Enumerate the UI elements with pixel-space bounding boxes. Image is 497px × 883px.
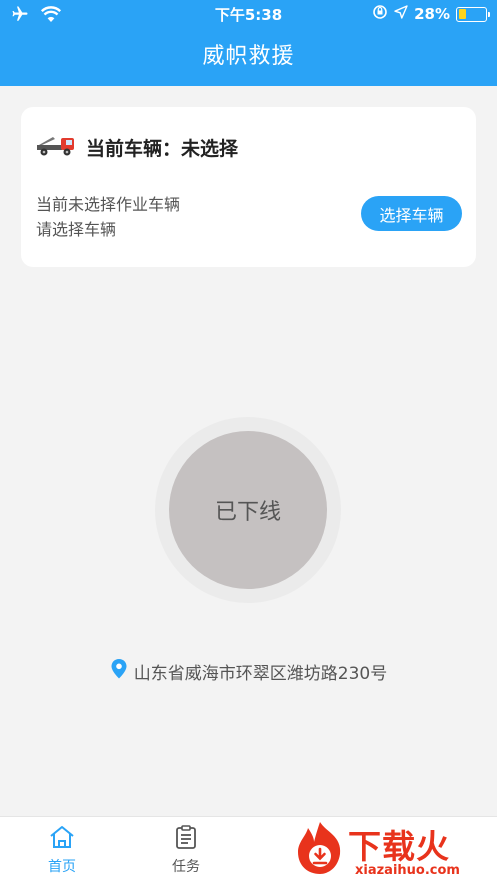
tab-task-label: 任务	[172, 859, 200, 875]
watermark-url: xiazaihuo.com	[355, 863, 460, 878]
app: 下午5:38 28% 威帜救援 当前车辆：未选择 当前未选择作业车辆 请选择车辆…	[0, 0, 497, 883]
battery-percent: 28%	[414, 5, 450, 23]
page-title: 威帜救援	[202, 44, 295, 69]
home-icon	[49, 826, 75, 853]
vehicle-desc-line-1: 当前未选择作业车辆	[36, 195, 181, 214]
vehicle-card: 当前车辆：未选择 当前未选择作业车辆 请选择车辆 选择车辆	[21, 107, 476, 267]
header: 下午5:38 28% 威帜救援	[0, 0, 497, 86]
select-vehicle-button[interactable]: 选择车辆	[361, 196, 462, 231]
tab-home[interactable]: 首页	[32, 825, 92, 876]
tab-task[interactable]: 任务	[156, 825, 216, 876]
vehicle-title: 当前车辆：未选择	[86, 137, 239, 160]
location-pin-icon	[110, 658, 128, 684]
status-bar: 下午5:38 28%	[0, 0, 497, 30]
online-status-button[interactable]: 已下线	[169, 431, 327, 589]
watermark: 下载火 xiazaihuo.com	[292, 818, 492, 880]
vehicle-title-row: 当前车辆：未选择	[36, 133, 238, 161]
watermark-text: 下载火	[348, 827, 450, 866]
location-address: 山东省威海市环翠区潍坊路230号	[133, 663, 388, 684]
battery-cap	[488, 11, 490, 17]
vehicle-desc-line-2: 请选择车辆	[36, 220, 117, 239]
rotation-lock-icon	[372, 4, 388, 24]
location-row: 山东省威海市环翠区潍坊路230号	[0, 658, 497, 684]
status-button-ring: 已下线	[155, 417, 341, 603]
status-bar-right: 28%	[372, 4, 490, 24]
battery-icon	[456, 6, 490, 22]
tab-home-label: 首页	[48, 859, 76, 875]
battery-level	[458, 9, 466, 19]
tow-truck-icon	[36, 133, 76, 161]
vehicle-description: 当前未选择作业车辆 请选择车辆	[36, 192, 180, 242]
task-list-icon	[175, 825, 197, 853]
location-arrow-icon	[394, 5, 408, 23]
